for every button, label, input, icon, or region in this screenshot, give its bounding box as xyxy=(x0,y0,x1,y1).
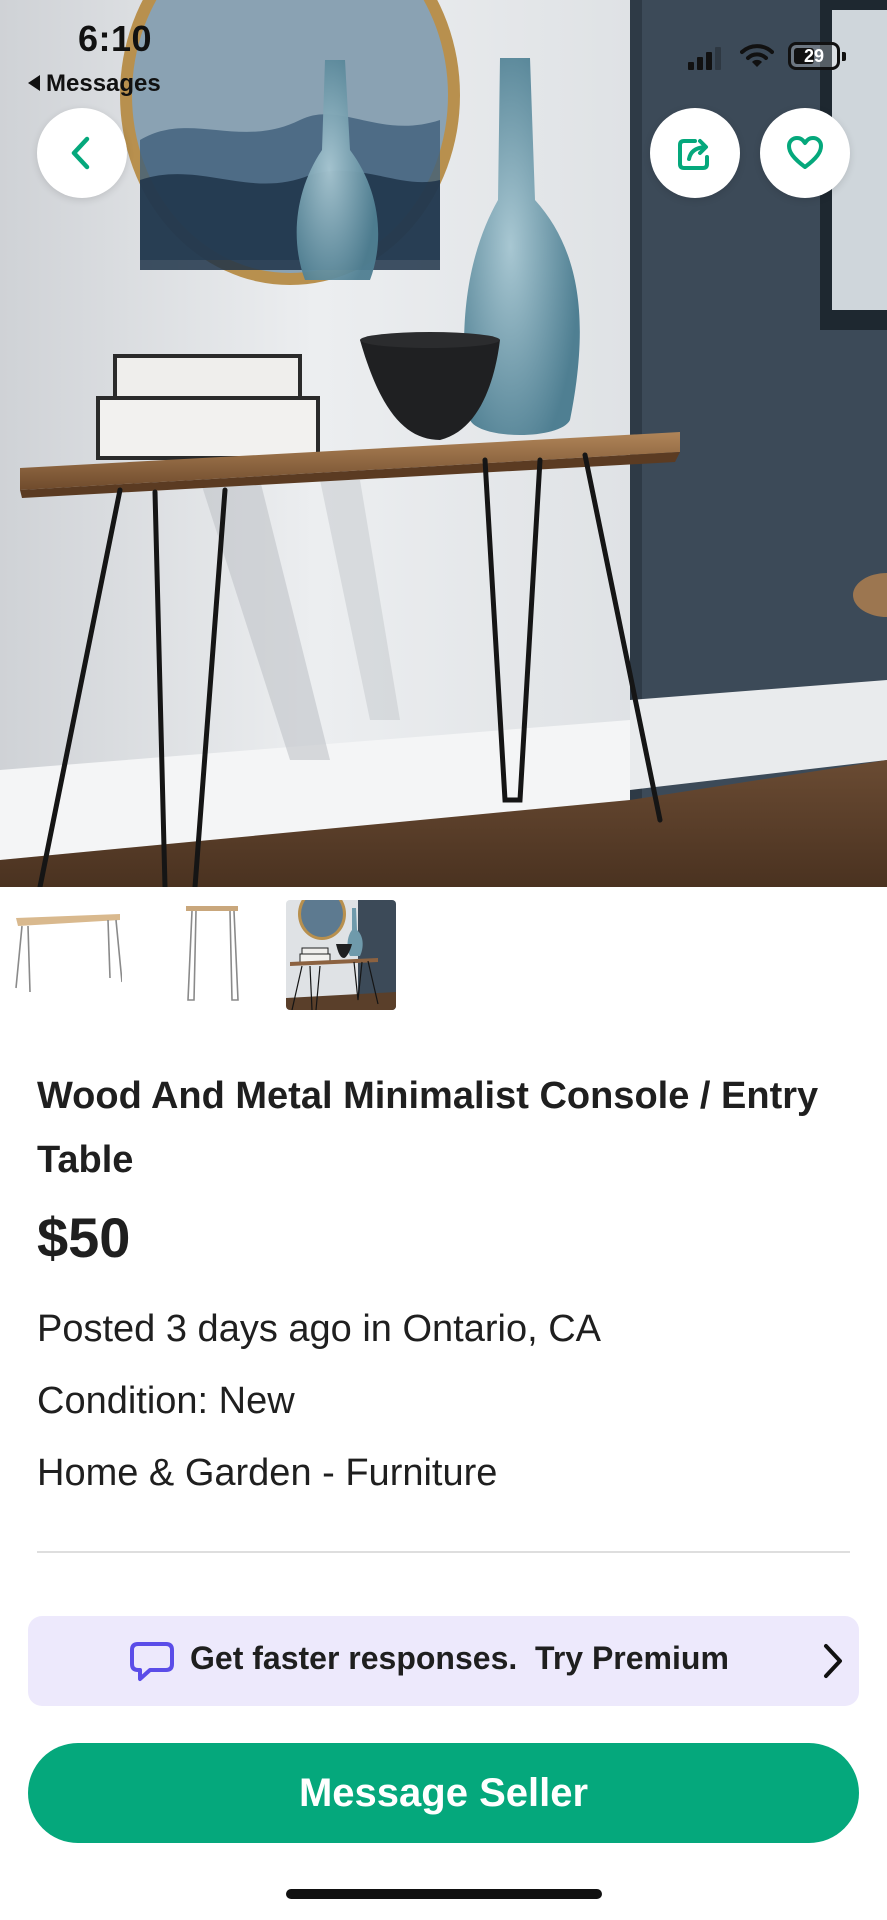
listing-condition: Condition: New xyxy=(37,1380,295,1422)
premium-banner-text: Get faster responses. Try Premium xyxy=(190,1640,729,1676)
back-to-messages[interactable]: Messages xyxy=(28,70,161,98)
listing-category[interactable]: Home & Garden - Furniture xyxy=(37,1452,497,1495)
message-seller-button[interactable]: Message Seller xyxy=(28,1743,859,1843)
wifi-icon xyxy=(740,44,774,67)
premium-banner[interactable]: Get faster responses. Try Premium xyxy=(28,1616,859,1706)
section-divider xyxy=(37,1551,850,1553)
status-time: 6:10 xyxy=(78,18,153,59)
back-triangle-icon xyxy=(28,75,40,91)
battery-level: 29 xyxy=(803,46,825,66)
back-button[interactable] xyxy=(37,108,127,198)
console-table-photo xyxy=(0,0,887,887)
heart-icon xyxy=(787,136,823,169)
thumbnail-2[interactable] xyxy=(158,900,268,1010)
listing-posted-location: Posted 3 days ago in Ontario, CA xyxy=(37,1308,601,1350)
listing-title: Wood And Metal Minimalist Console / Entr… xyxy=(37,1075,819,1181)
back-to-messages-label: Messages xyxy=(46,70,161,97)
share-button[interactable] xyxy=(650,108,740,198)
thumbnail-3-selected[interactable] xyxy=(286,900,396,1010)
thumbnail-strip xyxy=(0,900,887,1012)
chevron-left-icon xyxy=(71,136,90,170)
share-icon xyxy=(678,139,709,170)
thumbnail-table-room-image xyxy=(286,900,396,1010)
status-bar: 6:10 Messages 29 xyxy=(0,0,887,100)
cellular-signal-icon xyxy=(688,46,722,70)
listing-price: $50 xyxy=(37,1206,131,1269)
thumbnail-table-side-image xyxy=(158,900,268,1010)
product-hero-image[interactable] xyxy=(0,0,887,887)
chat-bubble-icon xyxy=(130,1642,174,1681)
battery-icon: 29 xyxy=(788,42,846,70)
thumbnail-table-angle-image xyxy=(12,900,122,1010)
favorite-button[interactable] xyxy=(760,108,850,198)
chevron-right-icon xyxy=(824,1644,842,1678)
home-indicator[interactable] xyxy=(286,1889,602,1899)
thumbnail-1[interactable] xyxy=(12,900,122,1010)
